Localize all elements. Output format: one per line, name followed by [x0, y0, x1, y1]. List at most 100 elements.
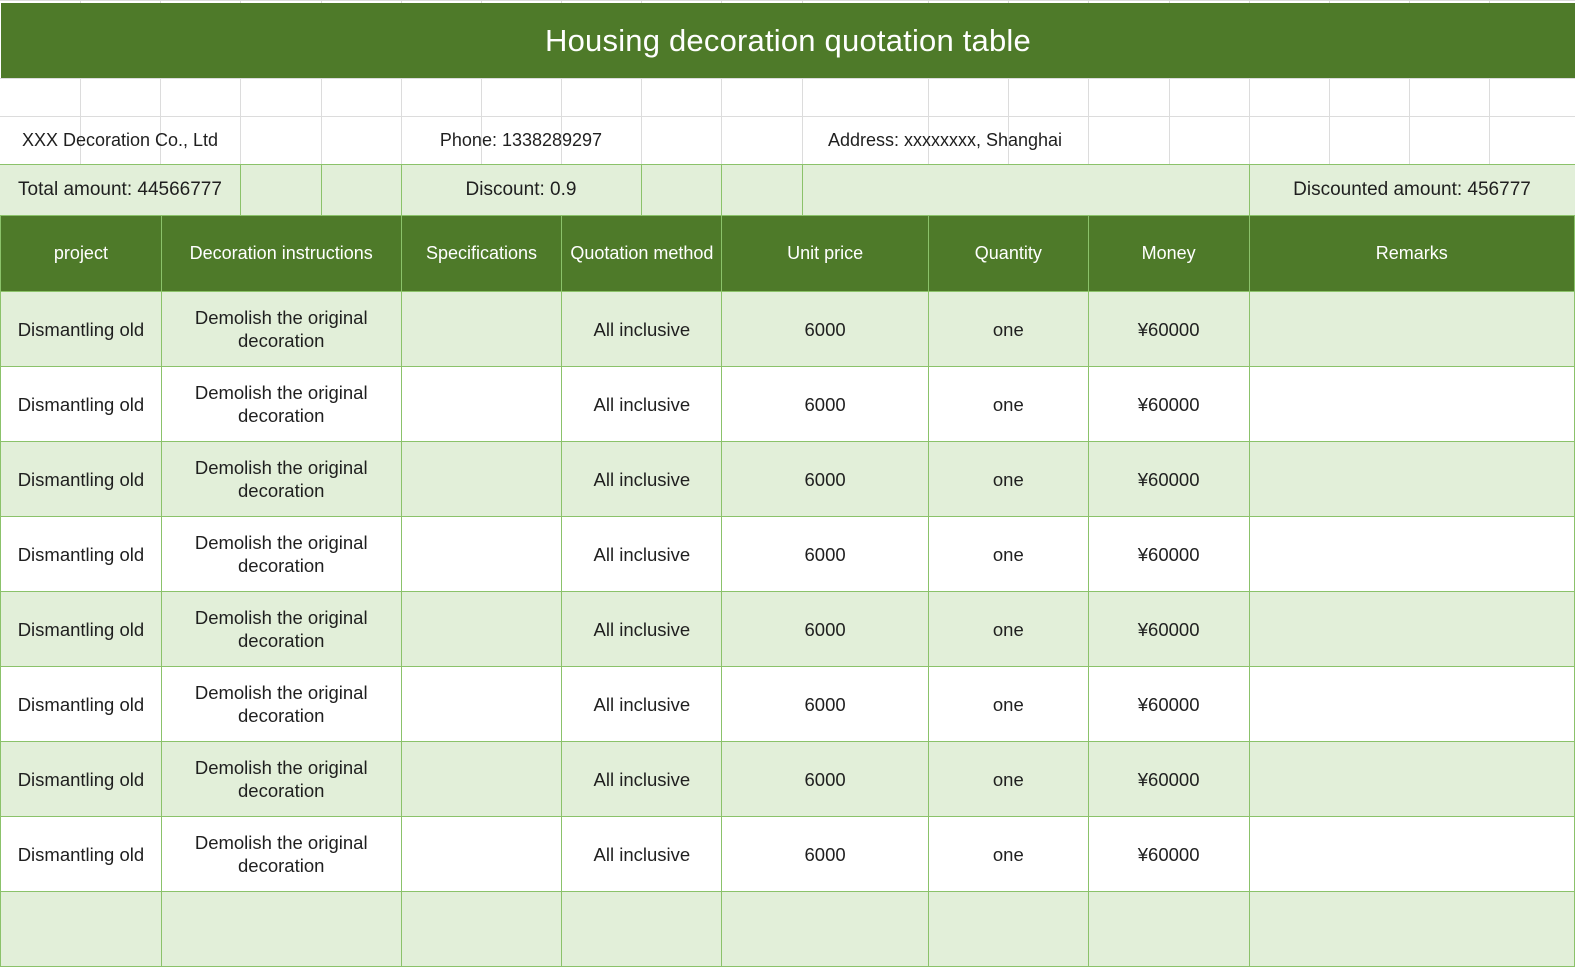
column-header-project[interactable]: project	[0, 215, 162, 292]
quantity-cell[interactable]: one	[927, 741, 1089, 817]
total-amount-cell[interactable]: Total amount: 44566777	[0, 164, 240, 215]
quantity-cell[interactable]	[927, 891, 1089, 967]
specifications-cell[interactable]	[400, 366, 563, 442]
decoration-instructions-cell[interactable]: Demolish the original decoration	[160, 591, 402, 667]
column-header-money[interactable]: Money	[1087, 215, 1250, 292]
table-row: Dismantling old Demolish the original dec…	[0, 741, 1575, 817]
remarks-cell[interactable]	[1248, 741, 1575, 817]
remarks-cell[interactable]	[1248, 366, 1575, 442]
discounted-amount-cell[interactable]: Discounted amount: 456777	[1249, 164, 1575, 215]
project-cell[interactable]	[0, 891, 162, 967]
quotation-method-cell[interactable]: All inclusive	[561, 591, 723, 667]
table-row	[0, 891, 1575, 967]
money-cell[interactable]: ¥60000	[1087, 441, 1250, 517]
money-cell[interactable]: ¥60000	[1087, 366, 1250, 442]
remarks-cell[interactable]	[1248, 591, 1575, 667]
project-cell[interactable]: Dismantling old	[0, 441, 162, 517]
decoration-instructions-cell[interactable]: Demolish the original decoration	[160, 441, 402, 517]
table-row: Dismantling old Demolish the original dec…	[0, 441, 1575, 517]
decoration-instructions-cell[interactable]: Demolish the original decoration	[160, 291, 402, 367]
unit-price-cell[interactable]: 6000	[721, 516, 929, 592]
project-cell[interactable]: Dismantling old	[0, 816, 162, 892]
remarks-cell[interactable]	[1248, 516, 1575, 592]
address-cell[interactable]: Address: xxxxxxxx, Shanghai	[802, 117, 1088, 164]
specifications-cell[interactable]	[400, 441, 563, 517]
project-cell[interactable]: Dismantling old	[0, 666, 162, 742]
unit-price-cell[interactable]: 6000	[721, 366, 929, 442]
quantity-cell[interactable]: one	[927, 816, 1089, 892]
decoration-instructions-cell[interactable]: Demolish the original decoration	[160, 666, 402, 742]
sheet-title[interactable]: Housing decoration quotation table	[1, 3, 1575, 78]
summary-divider	[641, 164, 642, 216]
money-cell[interactable]: ¥60000	[1087, 291, 1250, 367]
money-cell[interactable]: ¥60000	[1087, 666, 1250, 742]
quantity-cell[interactable]: one	[927, 366, 1089, 442]
project-cell[interactable]: Dismantling old	[0, 291, 162, 367]
remarks-cell[interactable]	[1248, 441, 1575, 517]
specifications-cell[interactable]	[400, 891, 563, 967]
column-header-quotation-method[interactable]: Quotation method	[561, 215, 723, 292]
remarks-cell[interactable]	[1248, 816, 1575, 892]
money-cell[interactable]: ¥60000	[1087, 516, 1250, 592]
unit-price-cell[interactable]: 6000	[721, 666, 929, 742]
quotation-method-cell[interactable]: All inclusive	[561, 441, 723, 517]
quantity-cell[interactable]: one	[927, 666, 1089, 742]
money-cell[interactable]: ¥60000	[1087, 591, 1250, 667]
money-cell[interactable]	[1087, 891, 1250, 967]
project-cell[interactable]: Dismantling old	[0, 516, 162, 592]
column-header-decoration-instructions[interactable]: Decoration instructions	[160, 215, 402, 292]
remarks-cell[interactable]	[1248, 891, 1575, 967]
table-row: Dismantling old Demolish the original dec…	[0, 516, 1575, 592]
decoration-instructions-cell[interactable]: Demolish the original decoration	[160, 816, 402, 892]
table-row: Dismantling old Demolish the original dec…	[0, 816, 1575, 892]
unit-price-cell[interactable]	[721, 891, 929, 967]
gridline	[0, 78, 1575, 79]
column-header-remarks[interactable]: Remarks	[1248, 215, 1575, 292]
column-header-quantity[interactable]: Quantity	[927, 215, 1089, 292]
quotation-method-cell[interactable]: All inclusive	[561, 516, 723, 592]
specifications-cell[interactable]	[400, 291, 563, 367]
unit-price-cell[interactable]: 6000	[721, 816, 929, 892]
decoration-instructions-cell[interactable]	[160, 891, 402, 967]
unit-price-cell[interactable]: 6000	[721, 741, 929, 817]
project-cell[interactable]: Dismantling old	[0, 366, 162, 442]
money-cell[interactable]: ¥60000	[1087, 816, 1250, 892]
summary-divider	[721, 164, 722, 216]
specifications-cell[interactable]	[400, 741, 563, 817]
table-row: Dismantling old Demolish the original dec…	[0, 291, 1575, 367]
specifications-cell[interactable]	[400, 591, 563, 667]
quotation-method-cell[interactable]: All inclusive	[561, 291, 723, 367]
quotation-method-cell[interactable]: All inclusive	[561, 366, 723, 442]
decoration-instructions-cell[interactable]: Demolish the original decoration	[160, 516, 402, 592]
quotation-method-cell[interactable]: All inclusive	[561, 816, 723, 892]
remarks-cell[interactable]	[1248, 291, 1575, 367]
specifications-cell[interactable]	[400, 666, 563, 742]
column-header-specifications[interactable]: Specifications	[400, 215, 563, 292]
specifications-cell[interactable]	[400, 816, 563, 892]
quotation-method-cell[interactable]: All inclusive	[561, 741, 723, 817]
discount-cell[interactable]: Discount: 0.9	[401, 164, 641, 215]
unit-price-cell[interactable]: 6000	[721, 291, 929, 367]
column-header-unit-price[interactable]: Unit price	[721, 215, 929, 292]
specifications-cell[interactable]	[400, 516, 563, 592]
summary-divider	[802, 164, 803, 216]
quantity-cell[interactable]: one	[927, 591, 1089, 667]
gridline	[0, 0, 1575, 1]
quotation-method-cell[interactable]: All inclusive	[561, 666, 723, 742]
quotation-method-cell[interactable]	[561, 891, 723, 967]
company-name-cell[interactable]: XXX Decoration Co., Ltd	[0, 117, 240, 164]
remarks-cell[interactable]	[1248, 666, 1575, 742]
project-cell[interactable]: Dismantling old	[0, 741, 162, 817]
unit-price-cell[interactable]: 6000	[721, 591, 929, 667]
quantity-cell[interactable]: one	[927, 441, 1089, 517]
table-row: Dismantling old Demolish the original dec…	[0, 591, 1575, 667]
decoration-instructions-cell[interactable]: Demolish the original decoration	[160, 366, 402, 442]
quantity-cell[interactable]: one	[927, 516, 1089, 592]
summary-divider	[240, 164, 241, 216]
decoration-instructions-cell[interactable]: Demolish the original decoration	[160, 741, 402, 817]
money-cell[interactable]: ¥60000	[1087, 741, 1250, 817]
quantity-cell[interactable]: one	[927, 291, 1089, 367]
project-cell[interactable]: Dismantling old	[0, 591, 162, 667]
phone-cell[interactable]: Phone: 1338289297	[401, 117, 641, 164]
unit-price-cell[interactable]: 6000	[721, 441, 929, 517]
